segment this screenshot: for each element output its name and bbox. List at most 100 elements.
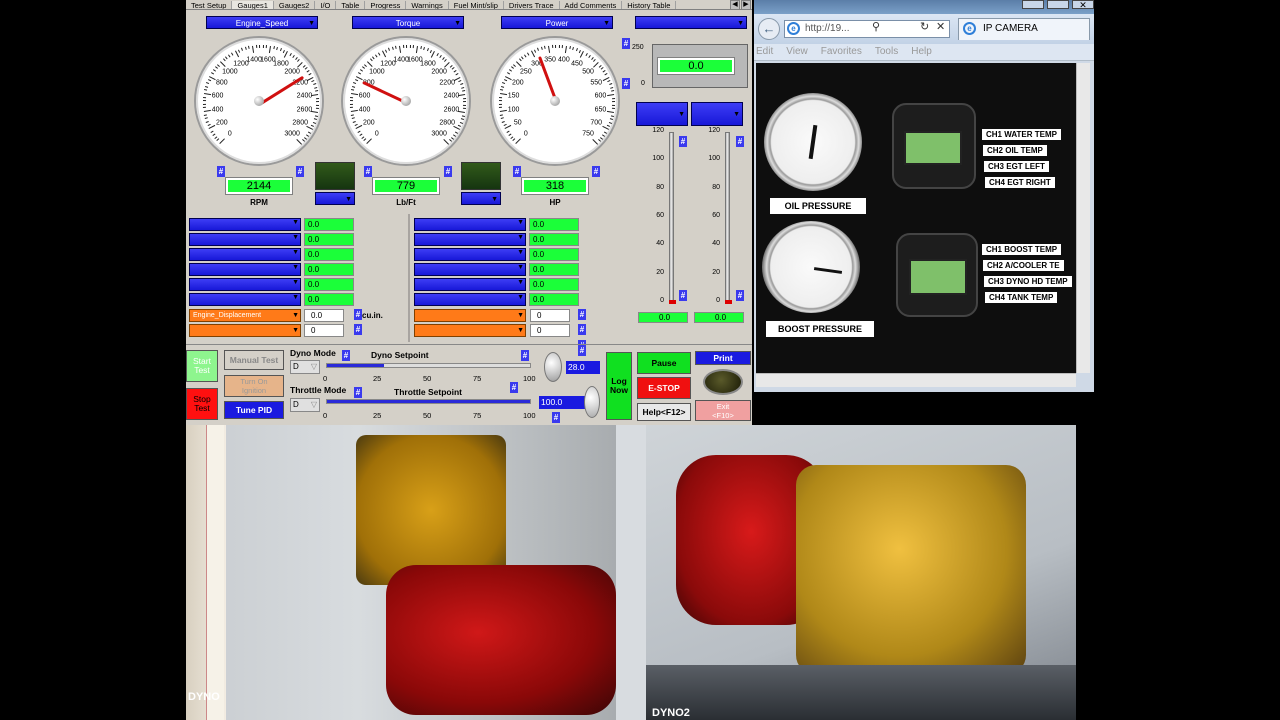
dyno-mode-select[interactable]: D ▽ bbox=[290, 360, 320, 374]
maximize-button[interactable] bbox=[1047, 0, 1069, 9]
gauge-tick bbox=[206, 82, 210, 85]
throttle-setpoint-track[interactable] bbox=[326, 399, 531, 404]
channel-selector[interactable]: ▼ bbox=[189, 263, 301, 276]
close-window-button[interactable]: ✕ bbox=[1072, 0, 1094, 10]
minimize-button[interactable] bbox=[1022, 0, 1044, 9]
tab-gauges1[interactable]: Gauges1 bbox=[232, 1, 274, 9]
vslider1-selector[interactable]: ▼ bbox=[636, 102, 688, 126]
engine-param2-selector[interactable]: ▼ bbox=[189, 324, 301, 337]
chevron-down-icon: ▼ bbox=[292, 264, 299, 271]
dyno-setpoint-track[interactable] bbox=[326, 363, 531, 368]
led-selector[interactable]: ▼ bbox=[315, 192, 355, 205]
tab-test-setup[interactable]: Test Setup bbox=[186, 1, 233, 9]
horizontal-scrollbar[interactable] bbox=[756, 373, 1076, 387]
led-selector[interactable]: ▼ bbox=[461, 192, 501, 205]
gauge-tick bbox=[459, 83, 463, 86]
channel-selector[interactable]: ▼ bbox=[189, 278, 301, 291]
gauge-tick bbox=[315, 101, 320, 103]
tab-ip-camera[interactable]: IP CAMERA bbox=[958, 18, 1090, 40]
stop-icon[interactable]: ✕ bbox=[936, 20, 945, 33]
exit-button[interactable]: Exit <F10> bbox=[695, 400, 751, 421]
help-button[interactable]: Help<F12> bbox=[637, 403, 691, 421]
gauge-tick bbox=[572, 47, 575, 51]
tab-history-table[interactable]: History Table bbox=[622, 1, 677, 9]
dyno-knob[interactable] bbox=[544, 352, 562, 382]
gauge-tick bbox=[241, 48, 244, 52]
gauge-tick bbox=[500, 89, 504, 91]
log-now-button[interactable]: Log Now bbox=[606, 352, 632, 420]
gauge-tick bbox=[266, 45, 268, 49]
throttle-knob[interactable] bbox=[584, 386, 600, 418]
menu-favorites[interactable]: Favorites bbox=[821, 46, 862, 57]
tab-scroll-right-button[interactable]: ▶ bbox=[741, 0, 751, 10]
channel-selector[interactable]: ▼ bbox=[414, 248, 526, 261]
gauge3-selector[interactable]: Power ▼ bbox=[501, 16, 613, 29]
channel-selector[interactable]: ▼ bbox=[414, 278, 526, 291]
menu-tools[interactable]: Tools bbox=[875, 46, 898, 57]
rpm-gauge: 0 200 400 600 800 1000 1200 1400 1600 1800 2000 220… bbox=[194, 36, 324, 166]
ignition-button[interactable]: Turn On Ignition bbox=[224, 375, 284, 397]
hash-indicator: # bbox=[578, 324, 586, 335]
menu-view[interactable]: View bbox=[786, 46, 808, 57]
tune-pid-button[interactable]: Tune PID bbox=[224, 401, 284, 419]
logger-screen bbox=[904, 131, 962, 165]
print-button[interactable]: Print bbox=[695, 351, 751, 365]
gauge-tick bbox=[314, 114, 318, 117]
stop-test-button[interactable]: Stop Test bbox=[186, 388, 218, 420]
channel-selector[interactable]: ▼ bbox=[414, 293, 526, 306]
channel-selector[interactable]: ▼ bbox=[189, 248, 301, 261]
gauge-tick bbox=[443, 139, 449, 145]
channel-selector[interactable]: ▼ bbox=[189, 233, 301, 246]
vslider2-selector[interactable]: ▼ bbox=[691, 102, 743, 126]
channel-selector[interactable]: ▼ bbox=[414, 233, 526, 246]
gauge-tick-label: 2000 bbox=[431, 68, 447, 76]
tab-drivers-trace[interactable]: Drivers Trace bbox=[504, 1, 560, 9]
channel-selector[interactable]: ▼ bbox=[189, 218, 301, 231]
pause-button[interactable]: Pause bbox=[637, 352, 691, 374]
divider bbox=[408, 214, 410, 342]
channel-selector[interactable]: ▼ bbox=[414, 263, 526, 276]
vslider1-track[interactable] bbox=[669, 132, 674, 302]
throttle-mode-select[interactable]: D ▽ bbox=[290, 398, 320, 412]
tab-fuel[interactable]: Fuel Mint/slip bbox=[449, 1, 504, 9]
back-icon[interactable]: ← bbox=[758, 18, 780, 40]
gauge4-selector[interactable]: ▼ bbox=[635, 16, 747, 29]
tab-add-comments[interactable]: Add Comments bbox=[560, 1, 623, 9]
gauge-tick bbox=[499, 92, 507, 96]
gauge-tick bbox=[448, 139, 452, 143]
tab-table[interactable]: Table bbox=[336, 1, 366, 9]
menu-edit[interactable]: Edit bbox=[756, 46, 773, 57]
gauge1-selector[interactable]: Engine_Speed ▼ bbox=[206, 16, 318, 29]
gauge-tick bbox=[369, 58, 373, 62]
menu-help[interactable]: Help bbox=[911, 46, 932, 57]
tab-io[interactable]: I/O bbox=[315, 1, 337, 9]
start-test-button[interactable]: Start Test bbox=[186, 350, 218, 382]
right-param1-selector[interactable]: ▼ bbox=[414, 309, 526, 322]
tab-warnings[interactable]: Warnings bbox=[406, 1, 449, 9]
param2-input[interactable]: 0 bbox=[304, 324, 344, 337]
channel-selector[interactable]: ▼ bbox=[189, 293, 301, 306]
tab-scroll-left-button[interactable]: ◀ bbox=[730, 0, 740, 10]
tab-progress[interactable]: Progress bbox=[365, 1, 407, 9]
right-input-2[interactable]: 0 bbox=[530, 324, 570, 337]
throttle-setpoint-value[interactable]: 100.0 bbox=[539, 396, 589, 409]
gauge-tick bbox=[307, 130, 311, 134]
search-icon[interactable]: ⚲ bbox=[872, 20, 880, 33]
right-param2-selector[interactable]: ▼ bbox=[414, 324, 526, 337]
engine-displacement-selector[interactable]: Engine_Displacement ▼ bbox=[189, 309, 301, 322]
estop-button[interactable]: E-STOP bbox=[637, 377, 691, 399]
vslider2-thumb[interactable] bbox=[725, 300, 732, 304]
tab-gauges2[interactable]: Gauges2 bbox=[274, 1, 316, 9]
refresh-icon[interactable]: ↻ bbox=[920, 20, 929, 33]
gauge2-selector[interactable]: Torque ▼ bbox=[352, 16, 464, 29]
channel-selector[interactable]: ▼ bbox=[414, 218, 526, 231]
gauge-tick bbox=[308, 73, 312, 76]
manual-test-button[interactable]: Manual Test bbox=[224, 350, 284, 370]
right-input-1[interactable]: 0 bbox=[530, 309, 570, 322]
dyno-setpoint-value[interactable]: 28.0 bbox=[566, 361, 600, 374]
vslider1-thumb[interactable] bbox=[669, 300, 676, 304]
displacement-input[interactable]: 0.0 bbox=[304, 309, 344, 322]
vertical-scrollbar[interactable] bbox=[1076, 63, 1090, 373]
gauge-tick bbox=[211, 72, 215, 75]
vslider2-track[interactable] bbox=[725, 132, 730, 302]
